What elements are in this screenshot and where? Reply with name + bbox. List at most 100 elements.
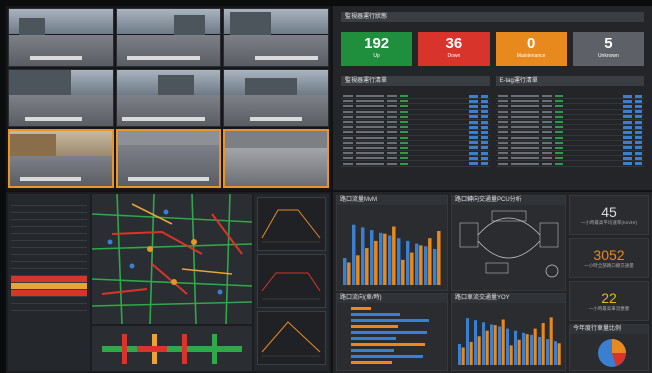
list-item[interactable] bbox=[11, 248, 87, 255]
chart-bar bbox=[370, 230, 374, 285]
status-card-value: 0 bbox=[526, 35, 536, 52]
list-item[interactable] bbox=[11, 276, 87, 283]
camera-feed[interactable] bbox=[8, 8, 114, 67]
map-pin-icon[interactable] bbox=[171, 279, 177, 285]
chart-bar bbox=[469, 341, 473, 365]
chart-bar bbox=[546, 339, 550, 365]
list-item[interactable] bbox=[11, 269, 87, 276]
video-wall: 監視器運行狀態 192 Up 36 Down 0 Maintenance 5 U… bbox=[6, 6, 652, 373]
chart-bar bbox=[352, 224, 356, 285]
chart-bar bbox=[490, 324, 494, 365]
chart-bar bbox=[517, 339, 521, 365]
chart-bar bbox=[506, 328, 510, 365]
camera-feed[interactable] bbox=[223, 68, 329, 128]
mvm-chart-title: 路口流量MvM bbox=[337, 196, 447, 205]
map-pin-icon[interactable] bbox=[147, 246, 153, 252]
table-row[interactable] bbox=[341, 161, 490, 167]
list-item[interactable] bbox=[11, 304, 87, 311]
road-network-map[interactable] bbox=[91, 193, 253, 325]
map-pin-icon[interactable] bbox=[191, 239, 197, 245]
camera-feed-alert[interactable] bbox=[8, 129, 114, 188]
status-card-unknown[interactable]: 5 Unknown bbox=[572, 32, 644, 66]
pie-chart bbox=[598, 339, 626, 367]
chart-bar bbox=[379, 232, 383, 285]
yoy-chart-box: 路口車流交通量YOY bbox=[451, 293, 566, 371]
list-item[interactable] bbox=[11, 206, 87, 213]
map-pin-icon[interactable] bbox=[107, 239, 113, 245]
chart-bar bbox=[541, 323, 545, 365]
chart-bar bbox=[388, 235, 392, 285]
chart-bar bbox=[343, 258, 347, 285]
list-item[interactable] bbox=[11, 220, 87, 227]
list-item[interactable] bbox=[11, 199, 87, 206]
list-item[interactable] bbox=[11, 234, 87, 241]
corridor-strip bbox=[92, 326, 252, 371]
yoy-chart-title: 路口車流交通量YOY bbox=[452, 294, 565, 303]
monitor-list-table: 監視器運行清單 bbox=[341, 76, 490, 167]
chart-bar bbox=[401, 259, 405, 285]
chart-bar bbox=[347, 262, 351, 285]
status-card-down[interactable]: 36 Down bbox=[418, 32, 490, 66]
kpi-total-volume: 3052 一小時全部路口總交通量 bbox=[569, 238, 649, 278]
monitor-status-panel: 監視器運行狀態 192 Up 36 Down 0 Maintenance 5 U… bbox=[333, 6, 652, 190]
list-item[interactable] bbox=[11, 227, 87, 234]
chart-bar bbox=[356, 255, 360, 285]
chart-bar bbox=[554, 341, 558, 365]
status-card-label: Down bbox=[447, 53, 461, 59]
etag-list-table: E-tag運行清單 bbox=[495, 76, 644, 167]
chart-bar bbox=[351, 355, 423, 358]
list-item[interactable] bbox=[11, 213, 87, 220]
chart-bar bbox=[428, 238, 432, 285]
chart-bar bbox=[461, 347, 465, 365]
chart-bar bbox=[351, 349, 394, 352]
chart-bar bbox=[392, 226, 396, 285]
list-item[interactable] bbox=[11, 283, 87, 290]
list-item[interactable] bbox=[11, 297, 87, 304]
chart-bar bbox=[557, 343, 561, 365]
status-card-label: Up bbox=[373, 53, 380, 59]
list-item[interactable] bbox=[11, 241, 87, 248]
chart-bar bbox=[493, 325, 497, 365]
mini-chart-panel bbox=[254, 194, 329, 371]
chart-bar bbox=[351, 307, 371, 310]
chart-bar bbox=[406, 240, 410, 285]
kpi-value: 22 bbox=[601, 290, 617, 306]
chart-bar bbox=[419, 245, 423, 285]
pcu-diagram-title: 路口轉向交通量PCU分析 bbox=[452, 196, 565, 205]
chart-bar bbox=[415, 243, 419, 285]
chart-bar bbox=[397, 238, 401, 285]
camera-feed[interactable] bbox=[8, 68, 114, 128]
camera-feed[interactable] bbox=[115, 68, 222, 128]
camera-feed-alert[interactable] bbox=[115, 129, 222, 188]
list-item[interactable] bbox=[11, 290, 87, 297]
chart-bar bbox=[538, 337, 542, 365]
chart-bar bbox=[477, 336, 481, 365]
camera-feed[interactable] bbox=[223, 8, 329, 67]
pcu-diagram bbox=[459, 210, 559, 278]
pcu-diagram-box: 路口轉向交通量PCU分析 bbox=[451, 195, 566, 291]
chart-bar bbox=[365, 248, 369, 285]
chart-bar bbox=[509, 345, 513, 365]
status-card-up[interactable]: 192 Up bbox=[341, 32, 413, 66]
list-item[interactable] bbox=[11, 262, 87, 269]
list-item[interactable] bbox=[11, 255, 87, 262]
status-card-maintenance[interactable]: 0 Maintenance bbox=[495, 32, 567, 66]
chart-bar bbox=[533, 328, 537, 365]
map-pin-icon[interactable] bbox=[129, 263, 135, 269]
chart-bar bbox=[433, 249, 437, 285]
chart-bar bbox=[514, 330, 518, 365]
chart-bar bbox=[351, 313, 400, 316]
chart-bar bbox=[525, 334, 529, 365]
kpi-desc: 一小時最高車流壅塞 bbox=[588, 306, 630, 311]
map-pin-icon[interactable] bbox=[217, 289, 223, 295]
traffic-map-panel bbox=[6, 192, 331, 373]
chart-bar bbox=[351, 361, 392, 364]
camera-feed-alert[interactable] bbox=[223, 129, 329, 188]
map-pin-icon[interactable] bbox=[163, 209, 169, 215]
camera-feed[interactable] bbox=[115, 8, 222, 67]
table-row[interactable] bbox=[495, 161, 644, 167]
mini-line-chart bbox=[257, 197, 326, 251]
mvm-chart-box: 路口流量MvM bbox=[336, 195, 448, 291]
mini-line-chart bbox=[257, 311, 326, 365]
mini-line-chart bbox=[257, 254, 326, 308]
